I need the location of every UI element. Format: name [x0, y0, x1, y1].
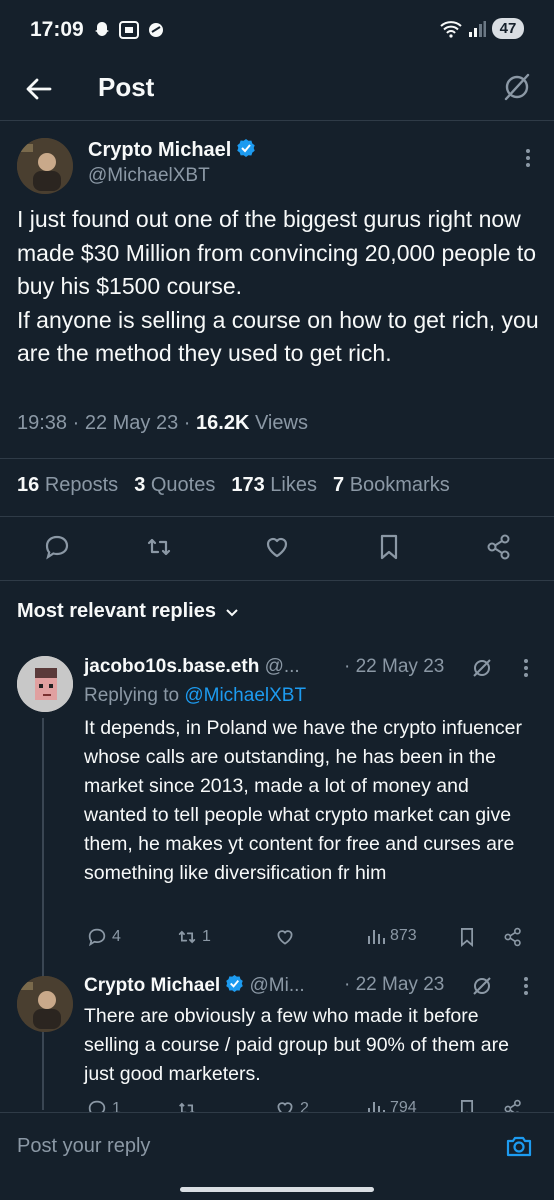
- post-more-button[interactable]: [518, 146, 538, 170]
- replying-to-handle[interactable]: @MichaelXBT: [184, 685, 306, 706]
- chevron-down-icon: [226, 608, 238, 616]
- post-metadata: 19:38 · 22 May 23 · 16.2K Views: [17, 412, 308, 434]
- reply-author[interactable]: Crypto Michael @Mi...: [84, 974, 305, 997]
- reply-more-button[interactable]: [516, 974, 536, 998]
- reply-input[interactable]: Post your reply: [17, 1135, 150, 1158]
- signal-icon: [469, 20, 486, 37]
- screenshot-icon: [119, 21, 139, 39]
- repost-icon: [178, 930, 196, 944]
- reply-button[interactable]: [42, 532, 72, 562]
- reply-repost-button[interactable]: 1: [176, 926, 211, 948]
- heart-icon: [277, 930, 293, 945]
- replying-to: Replying to @MichaelXBT: [84, 685, 307, 706]
- author-name[interactable]: Crypto Michael: [88, 138, 256, 162]
- header-divider: [0, 120, 554, 121]
- reply-more-button[interactable]: [516, 656, 536, 680]
- back-button[interactable]: [22, 72, 56, 106]
- battery-indicator: 47: [492, 18, 524, 39]
- replies-sort-dropdown[interactable]: Most relevant replies: [17, 600, 240, 623]
- stats-divider: [0, 516, 554, 517]
- bookmark-icon: [460, 928, 474, 947]
- avatar-photo: [17, 138, 73, 194]
- heart-icon: [266, 537, 288, 558]
- reply-text: There are obviously a few who made it be…: [84, 1005, 509, 1085]
- post-time: 19:38: [17, 412, 68, 434]
- reply-author[interactable]: jacobo10s.base.eth @...: [84, 656, 300, 678]
- reply-date: · 22 May 23: [344, 974, 445, 995]
- share-icon: [504, 927, 521, 947]
- avatar-photo: [17, 976, 73, 1032]
- home-indicator[interactable]: [180, 1187, 374, 1192]
- reply-action-bar: 4 1 873: [84, 926, 534, 956]
- thread-line: [42, 718, 44, 1110]
- more-vertical-icon: [526, 149, 530, 167]
- arrow-left-icon: [26, 78, 52, 100]
- top-app-bar: Post: [0, 60, 554, 120]
- reply-avatar[interactable]: [17, 656, 73, 712]
- views-count: 16.2K: [196, 412, 250, 434]
- actions-divider: [0, 580, 554, 581]
- bookmark-button[interactable]: [374, 532, 404, 562]
- camera-icon: [506, 1136, 532, 1157]
- grok-icon: [504, 73, 530, 101]
- engagement-stats: 16 Reposts 3 Quotes 173 Likes 7 Bookmark…: [17, 474, 450, 497]
- quotes-stat[interactable]: 3 Quotes: [134, 474, 215, 497]
- reply-reply-button[interactable]: 4: [86, 926, 121, 948]
- reply-date: · 22 May 23: [344, 656, 445, 677]
- replies-sort-label: Most relevant replies: [17, 600, 216, 622]
- grok-icon: [473, 977, 491, 995]
- comment-icon: [45, 535, 69, 560]
- like-button[interactable]: [262, 532, 292, 562]
- grok-icon: [473, 659, 491, 677]
- post-action-bar: [0, 528, 554, 568]
- repost-icon: [147, 538, 171, 556]
- grok-button[interactable]: [500, 70, 534, 104]
- views-icon: [368, 930, 385, 944]
- share-button[interactable]: [484, 532, 514, 562]
- share-icon: [487, 534, 510, 560]
- post-text: I just found out one of the biggest guru…: [17, 206, 539, 366]
- post-date: 22 May 23: [84, 412, 179, 434]
- camera-button[interactable]: [504, 1131, 534, 1161]
- reply-like-button[interactable]: [274, 926, 300, 948]
- page-title: Post: [98, 72, 155, 102]
- author-avatar[interactable]: [17, 138, 73, 194]
- meta-divider: [0, 458, 554, 459]
- app-notification-icon: [149, 23, 163, 37]
- reply-composer: Post your reply: [0, 1112, 554, 1200]
- views-label: Views: [254, 412, 308, 434]
- snapchat-icon: [95, 22, 109, 36]
- wifi-icon: [440, 20, 462, 38]
- status-right: 47: [440, 18, 524, 39]
- verified-badge-icon: [237, 139, 256, 157]
- reposts-stat[interactable]: 16 Reposts: [17, 474, 118, 497]
- reply-grok-button[interactable]: [470, 974, 494, 998]
- verified-badge-icon: [226, 974, 243, 993]
- reply-share-button[interactable]: [502, 926, 524, 948]
- reply-avatar[interactable]: [17, 976, 73, 1032]
- bookmarks-stat[interactable]: 7 Bookmarks: [333, 474, 450, 497]
- status-bar: 17:09 47: [0, 0, 554, 60]
- reply-text: It depends, in Poland we have the crypto…: [84, 717, 522, 884]
- reply-views[interactable]: 873: [366, 926, 417, 946]
- pixel-punk-avatar: [17, 656, 73, 712]
- author-name-text: Crypto Michael: [88, 139, 232, 161]
- reply-bookmark-button[interactable]: [456, 926, 478, 948]
- bookmark-icon: [380, 534, 398, 560]
- repost-button[interactable]: [144, 532, 174, 562]
- more-vertical-icon: [524, 659, 528, 677]
- status-time: 17:09: [30, 18, 84, 41]
- likes-stat[interactable]: 173 Likes: [231, 474, 317, 497]
- notification-icons: [92, 20, 166, 40]
- more-vertical-icon: [524, 977, 528, 995]
- reply-grok-button[interactable]: [470, 656, 494, 680]
- comment-icon: [88, 928, 106, 947]
- author-handle[interactable]: @MichaelXBT: [88, 165, 210, 187]
